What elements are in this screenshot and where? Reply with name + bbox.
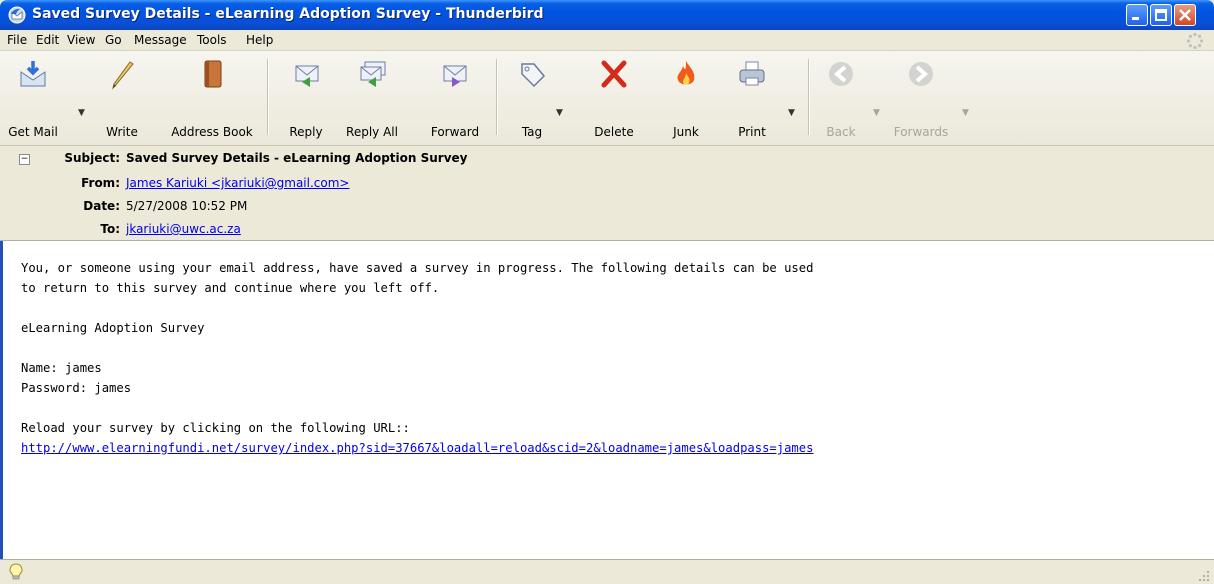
from-address-link[interactable]: James Kariuki <jkariuki@gmail.com> (126, 176, 349, 190)
back-button[interactable]: Back (818, 55, 864, 139)
window-title: Saved Survey Details - eLearning Adoptio… (32, 6, 544, 22)
message-body-pane[interactable]: You, or someone using your email address… (0, 241, 1214, 559)
delete-label: Delete (594, 125, 634, 139)
menu-bar: File Edit View Go Message Tools Help (0, 30, 1214, 51)
thunderbird-icon (8, 6, 26, 24)
address-book-icon (204, 60, 222, 88)
to-address-link[interactable]: jkariuki@uwc.ac.za (126, 222, 241, 236)
minimize-icon (1132, 17, 1139, 20)
toolbar-separator (808, 59, 810, 135)
get-mail-label: Get Mail (8, 125, 58, 139)
message-text: You, or someone using your email address… (21, 258, 1211, 458)
reply-button[interactable]: Reply (280, 55, 332, 139)
back-dropdown-arrow[interactable]: ▼ (873, 108, 880, 118)
back-arrow-icon (829, 62, 853, 86)
lightbulb-icon (9, 563, 23, 580)
close-icon (1179, 9, 1191, 21)
survey-url-link[interactable]: http://www.elearningfundi.net/survey/ind… (21, 441, 813, 455)
menu-edit[interactable]: Edit (36, 33, 59, 47)
tag-button[interactable]: Tag (512, 55, 552, 139)
main-toolbar: Get Mail ▼ Write Address Book Reply Repl… (0, 51, 1214, 146)
back-label: Back (826, 125, 856, 139)
status-bar (0, 559, 1214, 584)
body-line-2: to return to this survey and continue wh… (21, 281, 440, 295)
write-button[interactable]: Write (98, 55, 146, 139)
date-value: 5/27/2008 10:52 PM (126, 199, 248, 213)
print-dropdown-arrow[interactable]: ▼ (788, 108, 795, 118)
maximize-button[interactable] (1150, 4, 1172, 26)
name-line: Name: james (21, 361, 102, 375)
menu-file[interactable]: File (7, 33, 27, 47)
junk-flame-icon (677, 61, 695, 85)
close-button[interactable] (1174, 4, 1196, 26)
forwards-button[interactable]: Forwards (888, 55, 954, 139)
menu-help[interactable]: Help (246, 33, 273, 47)
get-mail-dropdown-arrow[interactable]: ▼ (78, 108, 85, 118)
title-bar[interactable]: Saved Survey Details - eLearning Adoptio… (0, 0, 1214, 30)
tag-dropdown-arrow[interactable]: ▼ (556, 108, 563, 118)
date-label: Date: (83, 199, 120, 213)
subject-label: Subject: (64, 151, 120, 165)
survey-name: eLearning Adoption Survey (21, 321, 205, 335)
menu-message[interactable]: Message (134, 33, 187, 47)
get-mail-button[interactable]: Get Mail (6, 55, 60, 139)
throbber-icon (1186, 32, 1204, 50)
reply-all-icon (360, 61, 386, 87)
delete-x-icon (601, 60, 627, 88)
password-line: Password: james (21, 381, 132, 395)
to-label: To: (100, 222, 120, 236)
print-button[interactable]: Print (728, 55, 776, 139)
menu-tools[interactable]: Tools (197, 33, 227, 47)
forwards-label: Forwards (893, 125, 949, 139)
maximize-icon (1155, 9, 1167, 21)
menu-go[interactable]: Go (105, 33, 122, 47)
write-label: Write (106, 125, 138, 139)
minimize-button[interactable] (1126, 4, 1148, 26)
print-label: Print (738, 125, 766, 139)
pencil-icon (112, 61, 134, 90)
message-header-pane: − Subject: Saved Survey Details - eLearn… (0, 146, 1214, 241)
tag-icon (521, 63, 546, 88)
forwards-dropdown-arrow[interactable]: ▼ (962, 108, 969, 118)
tag-label: Tag (521, 125, 543, 139)
toolbar-separator (496, 59, 498, 135)
toolbar-separator (267, 59, 269, 135)
printer-icon (739, 61, 765, 86)
junk-button[interactable]: Junk (662, 55, 710, 139)
delete-button[interactable]: Delete (586, 55, 642, 139)
subject-value: Saved Survey Details - eLearning Adoptio… (126, 151, 468, 165)
get-mail-icon (20, 61, 46, 87)
thunderbird-window: Saved Survey Details - eLearning Adoptio… (0, 0, 1214, 584)
reply-icon (295, 65, 319, 87)
collapse-headers-toggle[interactable]: − (19, 154, 30, 165)
forward-arrow-icon (909, 62, 933, 86)
junk-label: Junk (673, 125, 699, 139)
address-book-label: Address Book (171, 125, 253, 139)
forward-icon (443, 65, 467, 87)
forward-button[interactable]: Forward (424, 55, 486, 139)
reply-label: Reply (289, 125, 323, 139)
resize-grip-icon[interactable] (1198, 570, 1210, 582)
menu-view[interactable]: View (67, 33, 95, 47)
reply-all-label: Reply All (346, 125, 398, 139)
reload-line: Reload your survey by clicking on the fo… (21, 421, 410, 435)
from-label: From: (81, 176, 120, 190)
body-line-1: You, or someone using your email address… (21, 261, 814, 275)
forward-label: Forward (430, 125, 480, 139)
reply-all-button[interactable]: Reply All (336, 55, 408, 139)
address-book-button[interactable]: Address Book (164, 55, 260, 139)
